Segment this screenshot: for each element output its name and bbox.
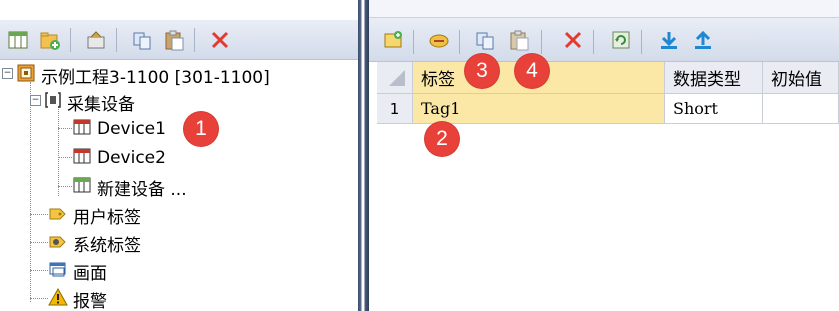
delete-icon[interactable] bbox=[208, 28, 232, 52]
step-badge-4: 4 bbox=[515, 54, 549, 88]
tree-item-screens[interactable]: 画面 bbox=[48, 258, 107, 284]
tree-item-label: 用户标签 bbox=[73, 207, 141, 228]
step-badge-3: 3 bbox=[465, 54, 499, 88]
new-tag-icon[interactable] bbox=[381, 28, 405, 52]
tree-item-label: 新建设备 ... bbox=[97, 179, 187, 200]
device-icon bbox=[72, 146, 92, 171]
tree-item-system-tags[interactable]: 系统标签 bbox=[48, 230, 141, 256]
column-header-data-type[interactable]: 数据类型 bbox=[665, 62, 763, 94]
tree-item-label: Device1 bbox=[97, 119, 166, 139]
cell-tag-name[interactable]: Tag1 bbox=[413, 94, 665, 124]
copy-icon[interactable] bbox=[130, 28, 154, 52]
tree-item-label: Device2 bbox=[97, 148, 166, 168]
step-badge-1: 1 bbox=[184, 112, 218, 146]
row-number[interactable]: 1 bbox=[377, 94, 413, 124]
cell-initial-value[interactable] bbox=[763, 94, 839, 124]
tree-item-label: 示例工程3-1100 [301-1100] bbox=[41, 67, 270, 88]
left-toolbar bbox=[0, 20, 358, 60]
refresh-icon[interactable] bbox=[609, 28, 633, 52]
device-icon bbox=[72, 117, 92, 142]
pane-splitter[interactable] bbox=[358, 0, 369, 311]
tree-item-device2[interactable]: Device2 bbox=[72, 145, 166, 171]
tree-item-user-tags[interactable]: 用户标签 bbox=[48, 202, 141, 228]
export-icon[interactable] bbox=[691, 28, 715, 52]
tree-item-alarms[interactable]: 报警 bbox=[48, 286, 107, 311]
tag-editor-pane: 标签 数据类型 初始值 1 Tag1 Short 3 4 2 bbox=[369, 0, 839, 311]
cell-data-type[interactable]: Short bbox=[665, 94, 763, 124]
right-toolbar bbox=[369, 18, 839, 62]
right-top-strip bbox=[369, 0, 839, 18]
tree-item-label: 系统标签 bbox=[73, 235, 141, 256]
project-tree: − 示例工程3-1100 [301-1100] − 采集设备 Device1 D… bbox=[0, 62, 358, 311]
user-tag-icon bbox=[48, 203, 68, 228]
tree-item-new-device[interactable]: 新建设备 ... bbox=[72, 174, 187, 200]
tree-item-collect-devices[interactable]: 采集设备 bbox=[44, 89, 135, 115]
collapse-project-toggle[interactable]: − bbox=[2, 68, 13, 79]
delete-tag-icon[interactable] bbox=[561, 28, 585, 52]
system-tag-icon bbox=[48, 231, 68, 256]
tree-item-label: 画面 bbox=[73, 263, 107, 284]
copy-tag-icon[interactable] bbox=[473, 28, 497, 52]
tree-item-label: 报警 bbox=[73, 291, 107, 311]
import-icon[interactable] bbox=[657, 28, 681, 52]
collapse-collect-toggle[interactable]: − bbox=[30, 95, 41, 106]
column-header-initial-value[interactable]: 初始值 bbox=[763, 62, 839, 94]
edit-tag-icon[interactable] bbox=[427, 28, 451, 52]
tree-item-device1[interactable]: Device1 bbox=[72, 116, 166, 142]
properties-icon[interactable] bbox=[84, 28, 108, 52]
tree-item-label: 采集设备 bbox=[67, 94, 135, 115]
screen-icon bbox=[48, 259, 68, 284]
new-device-icon bbox=[72, 175, 92, 200]
project-explorer-pane: − 示例工程3-1100 [301-1100] − 采集设备 Device1 D… bbox=[0, 0, 358, 311]
new-table-icon[interactable] bbox=[6, 28, 30, 52]
warning-icon bbox=[48, 287, 68, 311]
step-badge-2: 2 bbox=[425, 122, 459, 156]
tree-item-project[interactable]: 示例工程3-1100 [301-1100] bbox=[16, 62, 270, 88]
device-group-icon bbox=[44, 90, 62, 115]
tag-grid: 标签 数据类型 初始值 1 Tag1 Short bbox=[377, 62, 839, 311]
grid-corner[interactable] bbox=[377, 62, 413, 94]
paste-tag-icon[interactable] bbox=[507, 28, 531, 52]
project-icon bbox=[16, 63, 36, 88]
add-folder-icon[interactable] bbox=[38, 28, 62, 52]
paste-icon[interactable] bbox=[162, 28, 186, 52]
